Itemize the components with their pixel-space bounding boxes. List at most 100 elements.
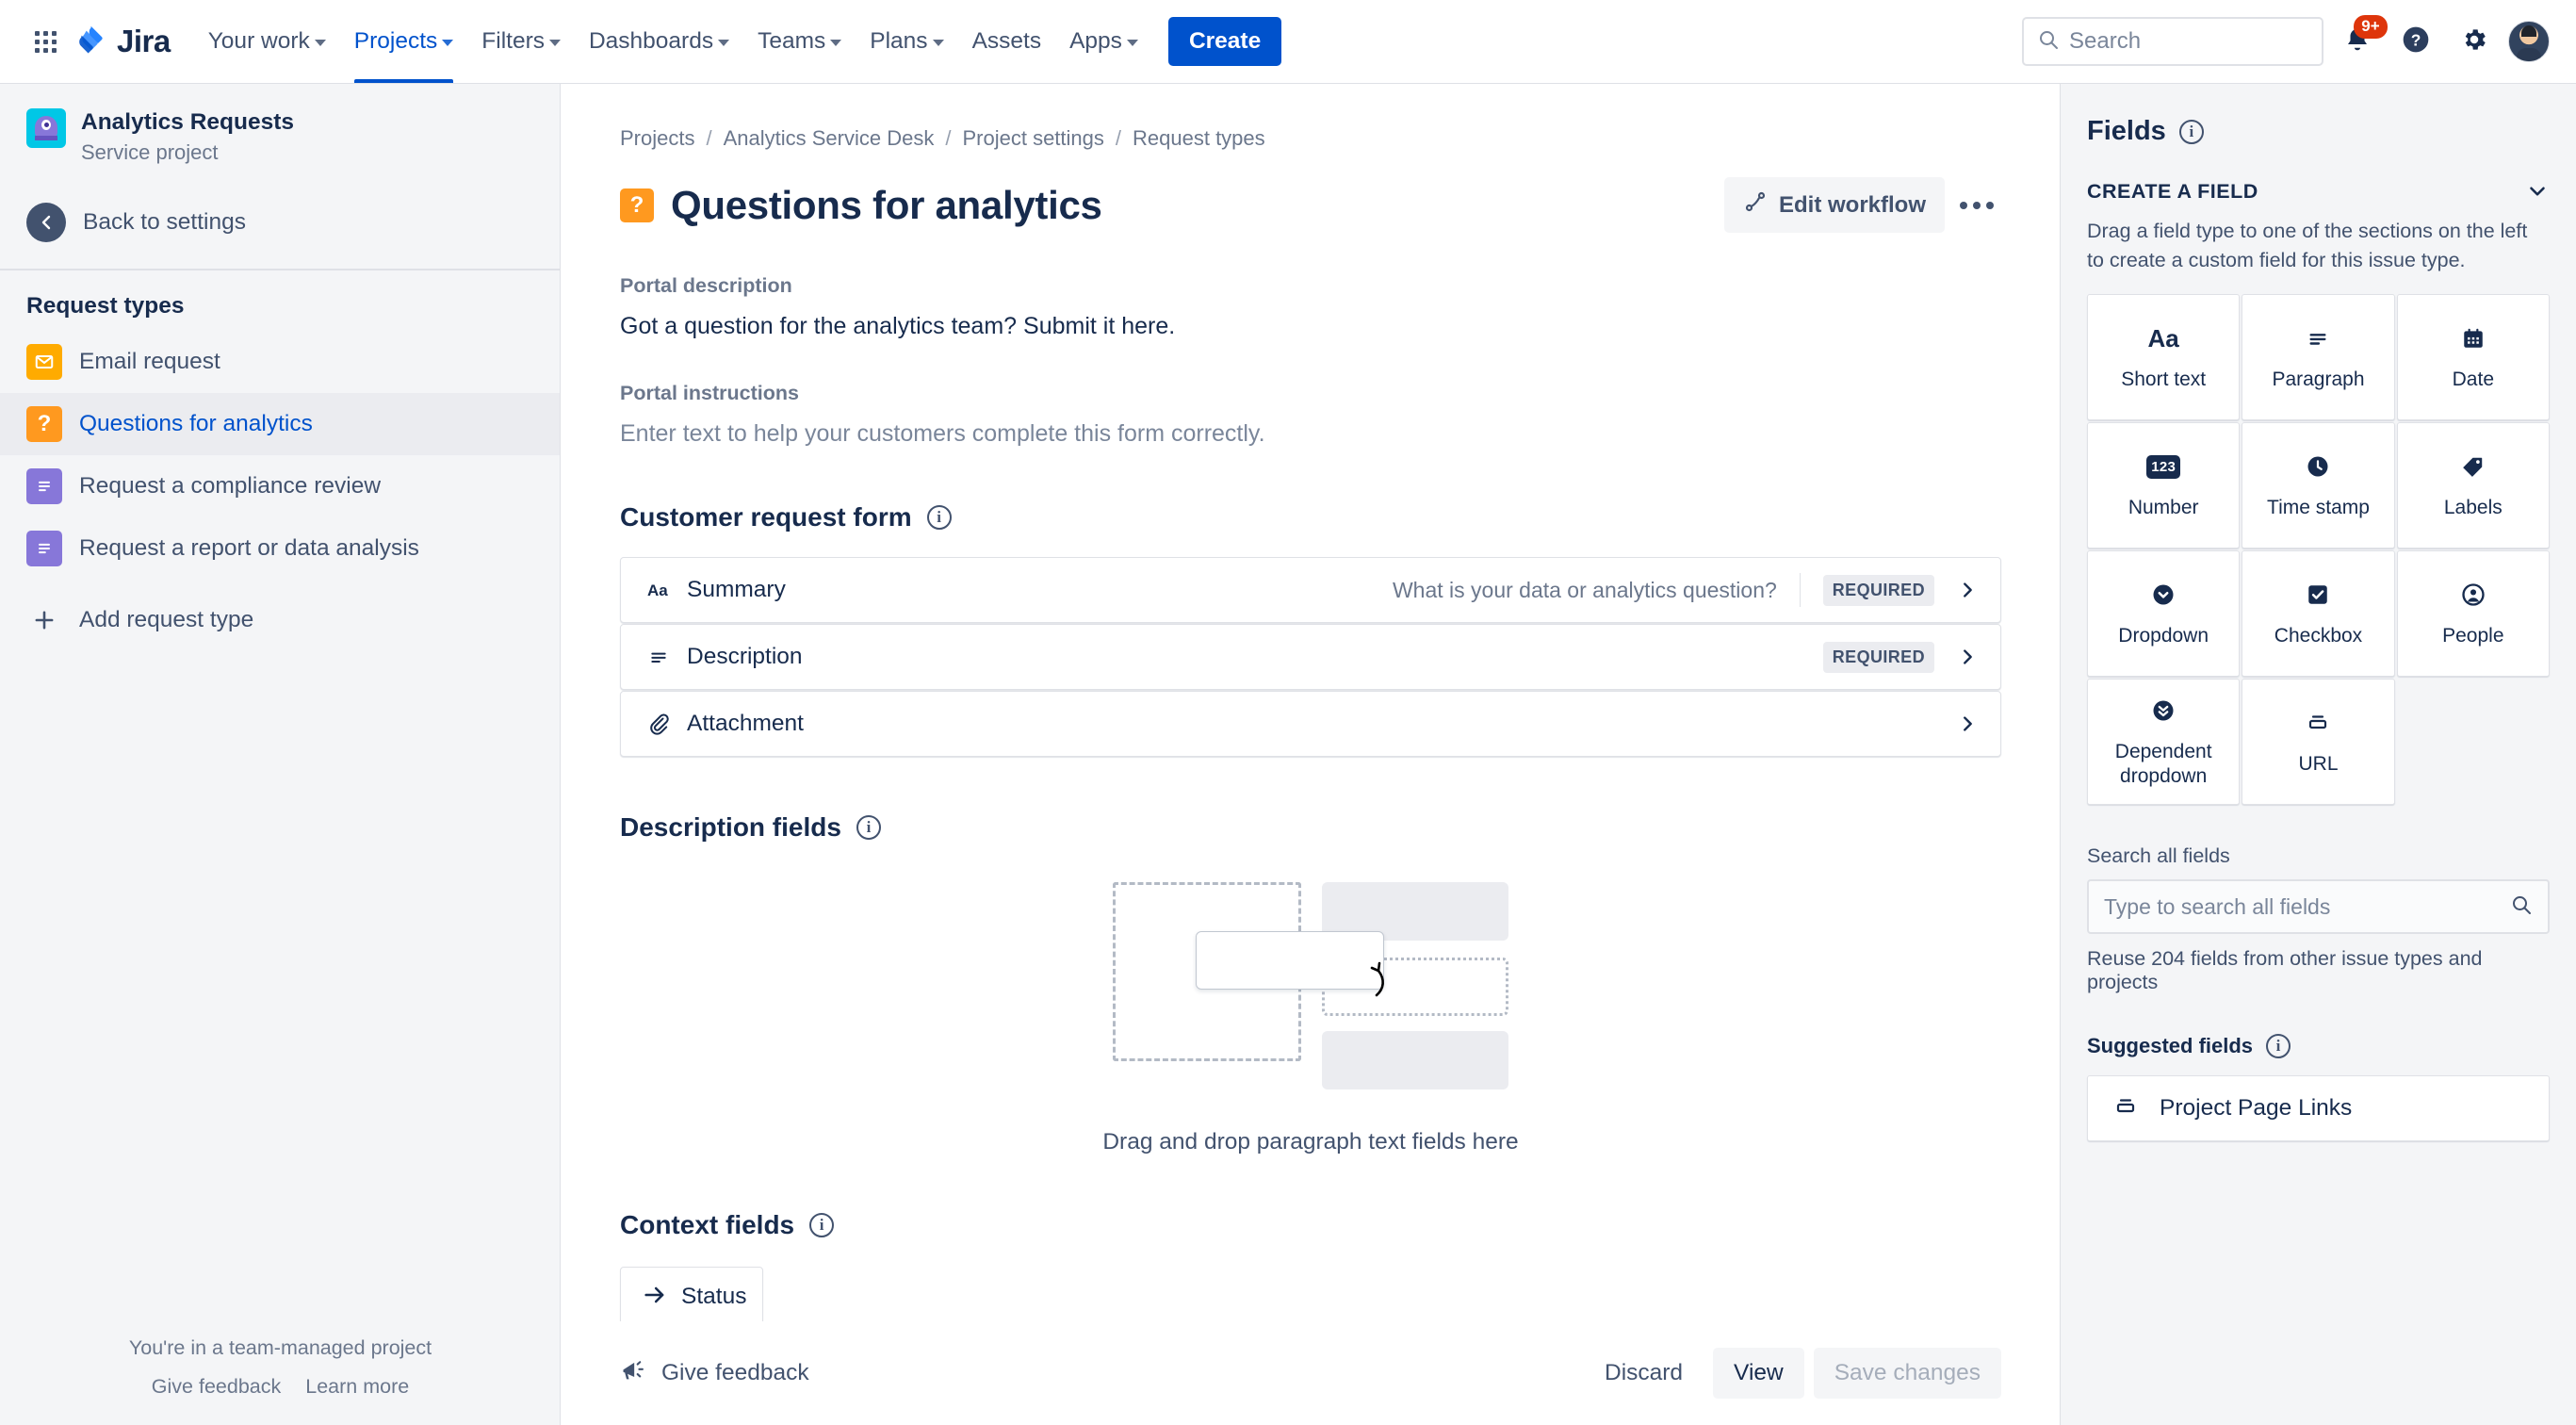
nav-item-filters[interactable]: Filters xyxy=(468,0,574,83)
field-type-label: Number xyxy=(2128,497,2199,519)
user-avatar[interactable] xyxy=(2508,21,2550,62)
chevron-down-icon xyxy=(932,40,944,46)
info-icon[interactable]: i xyxy=(856,815,881,840)
field-type-label: Paragraph xyxy=(2272,369,2365,391)
field-type-dependent-dropdown[interactable]: Dependent dropdown xyxy=(2087,679,2241,806)
field-type-label: People xyxy=(2442,625,2504,647)
breadcrumb-request-types[interactable]: Request types xyxy=(1133,126,1265,151)
grid-icon xyxy=(34,30,57,53)
paragraph-icon xyxy=(2306,322,2330,354)
field-type-dropdown[interactable]: Dropdown xyxy=(2087,550,2241,678)
nav-item-dashboards[interactable]: Dashboards xyxy=(576,0,742,83)
nav-item-projects[interactable]: Projects xyxy=(341,0,467,83)
edit-workflow-button[interactable]: Edit workflow xyxy=(1724,177,1945,233)
svg-text:?: ? xyxy=(2411,30,2421,49)
info-icon[interactable]: i xyxy=(926,505,952,530)
field-type-people[interactable]: People xyxy=(2396,550,2550,678)
nav-item-teams[interactable]: Teams xyxy=(744,0,855,83)
short-text-icon: Aa xyxy=(2147,323,2179,352)
sidebar-item-questions-for-analytics[interactable]: ? Questions for analytics xyxy=(0,393,560,456)
form-row-attachment[interactable]: Attachment xyxy=(620,691,2001,757)
field-type-short-text[interactable]: Aa Short text xyxy=(2087,294,2241,421)
project-type: Service project xyxy=(81,140,219,165)
field-type-label: Checkbox xyxy=(2274,625,2363,647)
field-type-time-stamp[interactable]: Time stamp xyxy=(2242,422,2395,549)
grid-empty-cell xyxy=(2397,679,2550,805)
create-a-field-section-header[interactable]: CREATE A FIELD xyxy=(2087,147,2550,204)
chevron-right-icon[interactable] xyxy=(1957,647,1978,667)
back-to-settings-link[interactable]: Back to settings xyxy=(0,193,560,252)
context-fields-heading: Context fields i xyxy=(562,1155,2060,1240)
nav-item-plans[interactable]: Plans xyxy=(856,0,956,83)
add-request-type-button[interactable]: Add request type xyxy=(0,589,560,651)
info-icon[interactable]: i xyxy=(2266,1034,2291,1059)
form-row-summary[interactable]: Aa Summary What is your data or analytic… xyxy=(620,557,2001,623)
settings-button[interactable] xyxy=(2450,17,2499,66)
field-type-checkbox[interactable]: Checkbox xyxy=(2242,550,2395,678)
field-type-url[interactable]: URL xyxy=(2242,679,2395,806)
field-type-label: Date xyxy=(2452,369,2494,391)
info-icon[interactable]: i xyxy=(2178,119,2204,144)
placeholder-block-icon xyxy=(1322,1031,1508,1089)
back-to-settings-label: Back to settings xyxy=(83,209,246,236)
breadcrumb-analytics-service-desk[interactable]: Analytics Service Desk xyxy=(724,126,935,151)
chevron-right-icon[interactable] xyxy=(1957,713,1978,734)
nav-item-your-work[interactable]: Your work xyxy=(195,0,339,83)
portal-instructions-value[interactable]: Enter text to help your customers comple… xyxy=(562,405,2060,448)
field-type-date[interactable]: Date xyxy=(2396,294,2550,421)
give-feedback-button[interactable]: Give feedback xyxy=(620,1357,809,1390)
global-search-input[interactable]: Search xyxy=(2022,17,2323,66)
sidebar-item-request-a-compliance-review[interactable]: Request a compliance review xyxy=(0,455,560,517)
paragraph-icon xyxy=(26,468,62,505)
field-type-label: Time stamp xyxy=(2267,497,2370,519)
breadcrumb-separator: / xyxy=(706,126,712,150)
field-type-labels[interactable]: Labels xyxy=(2396,422,2550,549)
clock-icon xyxy=(2305,450,2331,483)
view-button[interactable]: View xyxy=(1713,1348,1804,1399)
sidebar-item-email-request[interactable]: Email request xyxy=(0,331,560,393)
search-all-fields-label: Search all fields xyxy=(2087,844,2230,868)
help-button[interactable]: ? xyxy=(2391,17,2440,66)
more-actions-button[interactable] xyxy=(1952,181,2001,230)
sidebar-item-request-a-report-or-data-analysis[interactable]: Request a report or data analysis xyxy=(0,517,560,580)
paragraph-icon xyxy=(647,647,679,666)
short-text-icon: Aa xyxy=(647,581,679,599)
context-field-status[interactable]: Status xyxy=(620,1267,763,1327)
chevron-right-icon[interactable] xyxy=(1957,580,1978,600)
primary-nav-items: Your work Projects Filters Dashboards Te… xyxy=(195,0,1282,83)
notifications-button[interactable]: 9+ xyxy=(2333,15,2388,66)
sidebar-item-label: Questions for analytics xyxy=(79,411,313,437)
nav-item-label: Apps xyxy=(1069,28,1122,54)
curved-arrow-icon xyxy=(1350,944,1397,1006)
add-request-type-label: Add request type xyxy=(79,607,254,633)
suggested-field-project-page-links[interactable]: Project Page Links xyxy=(2087,1075,2550,1142)
main-content: Projects / Analytics Service Desk / Proj… xyxy=(562,84,2060,1425)
breadcrumb-separator: / xyxy=(1115,126,1122,150)
breadcrumb-project-settings[interactable]: Project settings xyxy=(962,126,1103,151)
jira-home-link[interactable]: Jira xyxy=(75,24,171,60)
field-type-label: Labels xyxy=(2443,497,2503,519)
field-type-label: URL xyxy=(2298,753,2339,776)
info-icon[interactable]: i xyxy=(809,1213,835,1237)
nav-item-apps[interactable]: Apps xyxy=(1056,0,1151,83)
sidebar-give-feedback-link[interactable]: Give feedback xyxy=(152,1375,281,1398)
app-switcher-button[interactable] xyxy=(26,23,64,60)
create-button[interactable]: Create xyxy=(1167,17,1282,66)
discard-button[interactable]: Discard xyxy=(1584,1348,1704,1399)
field-type-number[interactable]: 123 Number xyxy=(2087,422,2241,549)
tag-icon xyxy=(2461,450,2486,483)
description-fields-dropzone[interactable]: Drag and drop paragraph text fields here xyxy=(620,861,2001,1155)
suggested-field-label: Project Page Links xyxy=(2160,1095,2353,1122)
search-all-fields-input[interactable]: Type to search all fields xyxy=(2087,879,2550,935)
nav-item-assets[interactable]: Assets xyxy=(959,0,1055,83)
portal-description-value[interactable]: Got a question for the analytics team? S… xyxy=(562,298,2060,340)
chevron-down-icon[interactable] xyxy=(2525,179,2550,204)
nav-item-label: Assets xyxy=(971,28,1042,54)
field-type-paragraph[interactable]: Paragraph xyxy=(2242,294,2395,421)
form-row-description[interactable]: Description REQUIRED xyxy=(620,624,2001,690)
envelope-icon xyxy=(26,344,62,381)
search-placeholder: Search xyxy=(2069,28,2142,54)
project-header[interactable]: Analytics Requests Service project xyxy=(0,84,560,171)
breadcrumb-projects[interactable]: Projects xyxy=(620,126,694,151)
sidebar-learn-more-link[interactable]: Learn more xyxy=(305,1375,409,1398)
